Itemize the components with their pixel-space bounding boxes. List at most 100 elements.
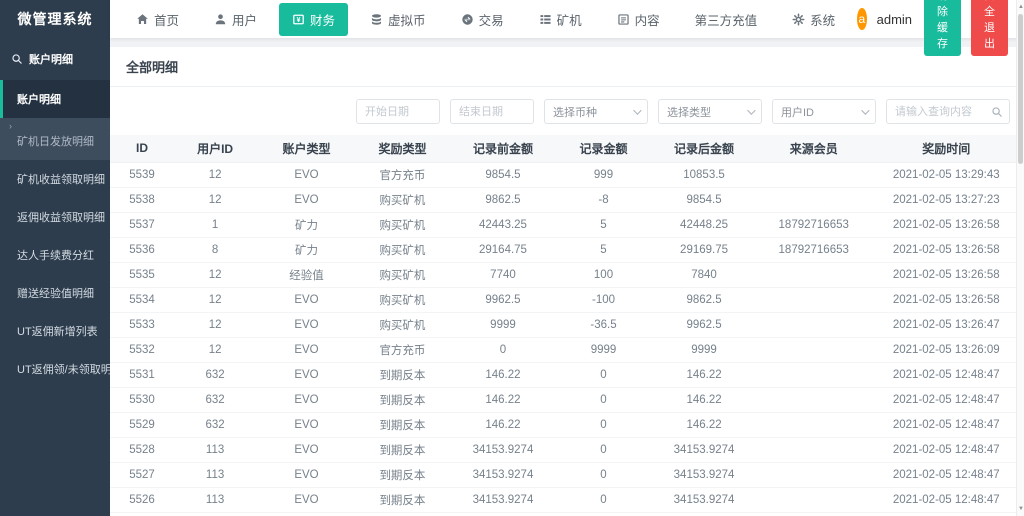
table-cell: 632 [173, 362, 257, 388]
avatar[interactable]: a [857, 8, 867, 30]
sidebar-item-rebate-income-claim[interactable]: 返佣收益领取明细 [0, 198, 110, 236]
table-cell: 8 [173, 237, 257, 263]
table-cell: 2021-02-05 12:48:47 [868, 512, 1024, 516]
miner-icon [539, 13, 552, 26]
column-header: ID [110, 135, 174, 163]
table-cell: 到期反本 [356, 362, 449, 388]
sidebar-item-gift-exp-detail[interactable]: 赠送经验值明细 [0, 274, 110, 312]
table-row: 5537 1 矿力 购买矿机 42443.25 5 42448.25 18792716653 2… [110, 212, 1024, 238]
table-cell: 购买矿机 [356, 312, 449, 338]
table-cell: 100 [557, 262, 650, 288]
table-cell: 5527 [110, 462, 174, 488]
table-cell: EVO [256, 362, 357, 388]
table-cell: 12 [173, 187, 257, 213]
table-cell: 到期反本 [356, 387, 449, 413]
table-cell [758, 412, 869, 438]
tab-all-details[interactable]: 全部明细 [126, 60, 178, 75]
table-cell: 12 [173, 337, 257, 363]
table-cell: 146.22 [448, 387, 558, 413]
nav-item-content[interactable]: 内容 [604, 3, 673, 36]
records-table: ID 用户ID 账户类型 奖励类型 记录前金额 记录金额 记录后金额 来源会员 奖励时间 553… [110, 135, 1024, 516]
scrollbar-thumb[interactable] [1018, 14, 1023, 164]
sidebar-item-label: 账户明细 [17, 94, 61, 106]
table-cell: 0 [557, 462, 650, 488]
table-cell [758, 437, 869, 463]
table-cell: EVO [256, 437, 357, 463]
table-cell: 29164.75 [448, 237, 558, 263]
column-header: 记录后金额 [649, 135, 759, 163]
table-cell: 632 [173, 387, 257, 413]
sidebar-item-miner-income-claim[interactable]: 矿机收益领取明细 [0, 160, 110, 198]
scroll-up-icon[interactable]: ▲ [1017, 2, 1024, 12]
table-cell: 999 [557, 162, 650, 188]
sidebar-item-ut-rebate-claim-detail[interactable]: UT返佣领/未领取明细 [0, 350, 110, 388]
table-cell: 12 [173, 162, 257, 188]
table-cell: 3776.22 [448, 512, 558, 516]
sidebar-item-label: 达人手续费分红 [17, 250, 94, 262]
content-panel: 全部明细 选择币种 选择类型 用户ID [110, 47, 1024, 516]
table-cell: 2021-02-05 12:48:47 [868, 387, 1024, 413]
table-row: 5534 12 EVO 购买矿机 9962.5 -100 9862.5 2021-02-05 … [110, 287, 1024, 313]
table-cell: EVO [256, 412, 357, 438]
logout-button[interactable]: 安全退出 [971, 0, 1008, 56]
table-cell: 2021-02-05 13:26:09 [868, 337, 1024, 363]
nav-item-users[interactable]: 用户 [201, 3, 270, 36]
search-icon[interactable] [991, 105, 1003, 123]
svg-text:¥: ¥ [297, 16, 301, 23]
nav-item-home[interactable]: 首页 [123, 3, 192, 36]
sidebar-item-miner-daily-issue[interactable]: › 矿机日发放明细 [0, 118, 110, 160]
type-select[interactable]: 选择类型 [658, 99, 762, 124]
type-select-value: 选择类型 [667, 106, 711, 119]
nav-item-label: 虚拟币 [388, 13, 426, 28]
table-cell: 5525 [110, 512, 174, 516]
table-cell: 2021-02-05 13:27:23 [868, 187, 1024, 213]
table-cell: 10853.5 [649, 162, 759, 188]
currency-select[interactable]: 选择币种 [544, 99, 648, 124]
chevron-right-icon: › [9, 121, 12, 131]
top-nav-items: 首页 用户 ¥ 财务 虚拟币 交易 矿机 内容 第三方充值 系统 [123, 2, 857, 36]
userid-select[interactable]: 用户ID [772, 99, 876, 124]
table-cell: 9862.5 [448, 187, 558, 213]
nav-item-miner[interactable]: 矿机 [526, 3, 595, 36]
nav-item-system[interactable]: 系统 [779, 3, 848, 36]
table-cell: EVO [256, 512, 357, 516]
table-row: 5528 113 EVO 到期反本 34153.9274 0 34153.9274 2021-… [110, 437, 1024, 463]
currency-select-value: 选择币种 [553, 106, 597, 119]
scroll-down-icon[interactable]: ▼ [1017, 504, 1024, 514]
nav-item-finance[interactable]: ¥ 财务 [279, 2, 349, 36]
table-header-row: ID 用户ID 账户类型 奖励类型 记录前金额 记录金额 记录后金额 来源会员 奖励时间 [110, 135, 1024, 163]
table-row: 5538 12 EVO 购买矿机 9862.5 -8 9854.5 2021-02-05 13… [110, 187, 1024, 213]
end-date-input[interactable] [450, 99, 534, 124]
nav-item-third-party-recharge[interactable]: 第三方充值 [682, 3, 771, 36]
sidebar-item-account-detail[interactable]: 账户明细 [0, 80, 110, 118]
vertical-scrollbar[interactable]: ▲ ▼ [1016, 0, 1024, 516]
table-row: 5535 12 经验值 购买矿机 7740 100 7840 2021-02-05 13:26… [110, 262, 1024, 288]
table-cell: 1 [173, 212, 257, 238]
sidebar-section-header[interactable]: 账户明细 [0, 38, 110, 80]
nav-item-trade[interactable]: 交易 [448, 3, 517, 36]
table-cell: 经验值 [256, 262, 357, 288]
table-cell: EVO [256, 312, 357, 338]
nav-item-virtual-coin[interactable]: 虚拟币 [357, 3, 439, 36]
table-row: 5531 632 EVO 到期反本 146.22 0 146.22 2021-02-05 12… [110, 362, 1024, 388]
table-cell: 5531 [110, 362, 174, 388]
sidebar-section-label: 账户明细 [29, 54, 73, 66]
table-cell: 2021-02-05 12:48:47 [868, 412, 1024, 438]
table-cell: 146.22 [649, 412, 759, 438]
table-cell: 0 [557, 387, 650, 413]
table-cell: 18792716653 [758, 212, 869, 238]
table-cell: 购买矿机 [356, 187, 449, 213]
sidebar-item-expert-fee-dividend[interactable]: 达人手续费分红 [0, 236, 110, 274]
table-cell: 18792716653 [758, 237, 869, 263]
sidebar-menu: 账户明细 › 矿机日发放明细 矿机收益领取明细 返佣收益领取明细达人手续费分红赠送经验值… [0, 80, 110, 388]
start-date-input[interactable] [356, 99, 440, 124]
table-cell: 5526 [110, 487, 174, 513]
userid-select-value: 用户ID [781, 106, 814, 119]
table-cell: 5539 [110, 162, 174, 188]
table-cell: 3776.22 [649, 512, 759, 516]
clear-cache-button[interactable]: 清除缓存 [924, 0, 962, 56]
table-cell: 2021-02-05 12:48:47 [868, 362, 1024, 388]
sidebar-item-ut-rebate-new-list[interactable]: UT返佣新增列表 [0, 312, 110, 350]
username[interactable]: admin [877, 12, 912, 27]
table-cell: 9999 [448, 312, 558, 338]
